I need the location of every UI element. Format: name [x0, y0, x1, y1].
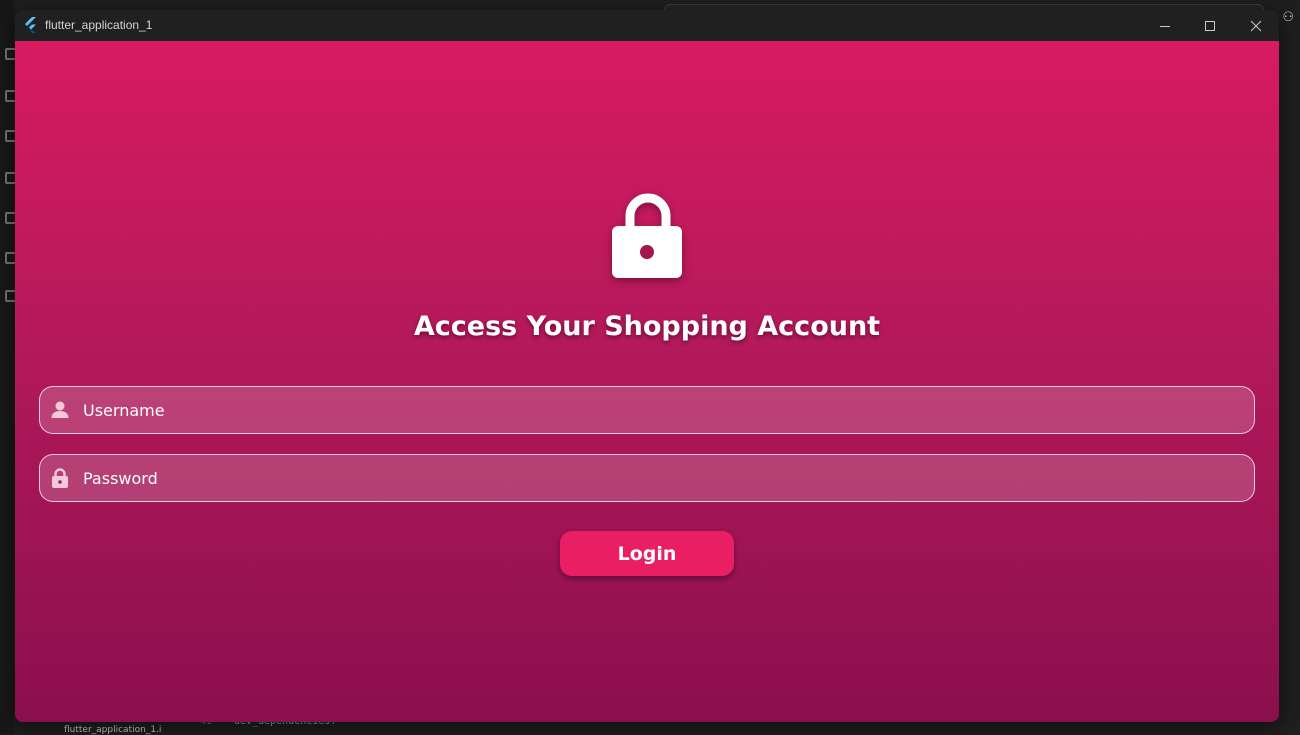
close-icon — [1250, 20, 1262, 31]
ide-bottom-strip: flutter_application_1.i 41 dev_dependenc… — [36, 716, 1300, 735]
minimize-icon — [1160, 25, 1170, 27]
login-button[interactable]: Login — [560, 531, 734, 576]
username-placeholder: Username — [83, 401, 165, 420]
close-button[interactable] — [1233, 10, 1279, 41]
app-window: flutter_application_1 Access Your Shoppi… — [15, 10, 1279, 722]
minimize-button[interactable] — [1142, 10, 1188, 41]
lock-icon — [612, 193, 682, 278]
window-title: flutter_application_1 — [45, 18, 153, 32]
username-field[interactable]: Username — [39, 386, 1255, 434]
lock-icon — [52, 468, 68, 488]
password-field[interactable]: Password — [39, 454, 1255, 502]
password-placeholder: Password — [83, 469, 158, 488]
maximize-button[interactable] — [1187, 10, 1233, 41]
copilot-icon[interactable]: ⚇ — [1282, 10, 1294, 25]
ide-activity-bar — [0, 0, 17, 734]
flutter-logo-icon — [25, 17, 36, 33]
page-title: Access Your Shopping Account — [413, 311, 881, 342]
window-titlebar[interactable]: flutter_application_1 — [15, 10, 1279, 41]
person-icon — [51, 401, 69, 418]
maximize-icon — [1205, 20, 1215, 31]
login-screen: Access Your Shopping Account Username Pa… — [15, 41, 1279, 722]
